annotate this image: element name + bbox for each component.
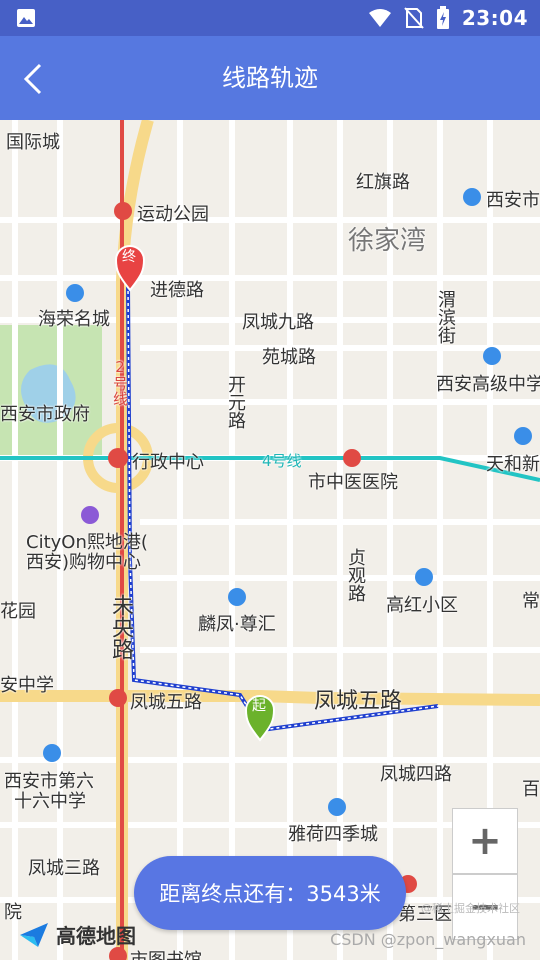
battery-charging-icon <box>436 6 449 29</box>
page-title: 线路轨迹 <box>222 64 318 92</box>
no-sim-icon <box>404 7 424 29</box>
amap-logo-icon <box>20 922 48 947</box>
map-label: 开元路 <box>225 375 246 429</box>
wifi-icon <box>368 9 391 27</box>
zoom-in-button[interactable]: + <box>452 808 518 874</box>
amap-logo: 高德地图 <box>18 920 136 949</box>
map-label: 苑城路 <box>262 347 316 368</box>
map-label: 凤城五路 <box>130 692 202 713</box>
clock: 23:04 <box>461 6 528 30</box>
map-label: 安中学 <box>0 675 54 696</box>
metro-label: 4号线 <box>262 452 302 470</box>
map-label: 高红小区 <box>386 595 458 616</box>
map-label: 进德路 <box>150 280 204 301</box>
map-label: 凤城三路 <box>28 858 100 879</box>
map-label: 红旗路 <box>356 172 410 193</box>
map-label: 常 <box>522 591 540 612</box>
map-label: 凤城四路 <box>380 764 452 785</box>
amap-logo-text: 高德地图 <box>56 924 136 948</box>
watermark-small: @稀土掘金技术社区 <box>421 902 520 915</box>
map-label: 西安高级中学 <box>436 374 540 395</box>
map-label: 行政中心 <box>132 452 204 473</box>
app-bar: 线路轨迹 <box>0 36 540 120</box>
status-bar: 23:04 <box>0 0 540 36</box>
map-label: 麟凤·尊汇 <box>198 614 276 635</box>
map-label: 渭滨街 <box>435 290 456 344</box>
map-label: 市中医医院 <box>308 472 398 493</box>
map-label: 十六中学 <box>14 791 86 812</box>
plus-icon: + <box>468 818 502 864</box>
map-label: 贞观路 <box>345 548 366 602</box>
map-label: 运动公园 <box>137 204 209 225</box>
map-label: 天和新 <box>486 454 540 475</box>
watermark: CSDN @zpon_wangxuan <box>330 930 526 949</box>
map-label: 西安)购物中心 <box>26 552 142 573</box>
distance-text: 距离终点还有：3543米 <box>159 882 381 906</box>
map-label: 市图书馆 <box>130 946 202 960</box>
map-label: 西安市 <box>486 190 540 211</box>
map-label: 徐家湾 <box>348 226 427 256</box>
map-label: 凤城五路 <box>314 689 403 714</box>
distance-remaining-badge: 距离终点还有：3543米 <box>134 856 406 930</box>
map-label: 西安市政府 <box>0 404 90 425</box>
metro-label: 2号线 <box>111 358 129 406</box>
image-icon <box>17 9 35 27</box>
map-label: 凤城九路 <box>242 312 314 333</box>
map-label: 海荣名城 <box>38 309 110 330</box>
map-label: 百 <box>522 779 540 800</box>
map-label: 花园 <box>0 601 36 622</box>
start-marker[interactable]: 起 <box>252 695 266 715</box>
map-label: 雅荷四季城 <box>288 824 378 845</box>
map-label: 未央路 <box>108 594 133 660</box>
end-marker[interactable]: 终 <box>122 246 136 266</box>
map-label: 国际城 <box>6 132 60 153</box>
